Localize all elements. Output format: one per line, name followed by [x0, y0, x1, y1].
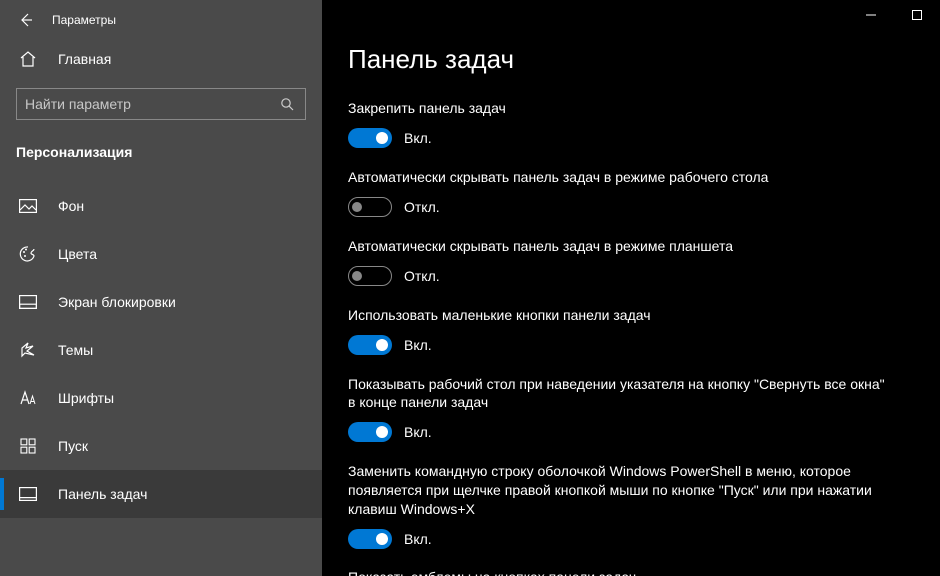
- sidebar-item-label: Шрифты: [58, 390, 114, 406]
- themes-icon: [19, 341, 37, 359]
- sidebar-item-label: Пуск: [58, 438, 88, 454]
- sidebar-item-colors[interactable]: Цвета: [0, 230, 322, 278]
- toggle-state: Вкл.: [404, 337, 432, 353]
- sidebar-item-taskbar[interactable]: Панель задач: [0, 470, 322, 518]
- setting-badges-label: Показать эмблемы на кнопках панели задач: [348, 569, 888, 576]
- maximize-button[interactable]: [894, 0, 940, 30]
- search-input[interactable]: [25, 96, 277, 112]
- section-label: Персонализация: [0, 120, 322, 168]
- window-title: Параметры: [52, 13, 116, 27]
- sidebar-item-label: Фон: [58, 198, 84, 214]
- picture-icon: [19, 199, 37, 213]
- nav-list: Фон Цвета Экран блокировки Темы Шрифты П…: [0, 182, 322, 518]
- taskbar-icon: [19, 487, 37, 501]
- sidebar-item-background[interactable]: Фон: [0, 182, 322, 230]
- setting-label: Показывать рабочий стол при наведении ук…: [348, 375, 888, 413]
- toggle-state: Откл.: [404, 268, 440, 284]
- titlebar: Параметры: [0, 0, 322, 40]
- sidebar-item-label: Цвета: [58, 246, 97, 262]
- search-icon: [277, 97, 297, 111]
- sidebar: Параметры Главная Персонализация Фон Цве…: [0, 0, 322, 576]
- setting-label: Использовать маленькие кнопки панели зад…: [348, 306, 888, 325]
- start-icon: [20, 438, 36, 454]
- fonts-icon: [19, 390, 37, 406]
- setting-lock-taskbar: Закрепить панель задач Вкл.: [348, 99, 914, 148]
- sidebar-item-label: Панель задач: [58, 486, 147, 502]
- setting-powershell: Заменить командную строку оболочкой Wind…: [348, 462, 914, 549]
- setting-label: Автоматически скрывать панель задач в ре…: [348, 168, 888, 187]
- toggle-powershell[interactable]: [348, 529, 392, 549]
- setting-small-buttons: Использовать маленькие кнопки панели зад…: [348, 306, 914, 355]
- sidebar-item-fonts[interactable]: Шрифты: [0, 374, 322, 422]
- maximize-icon: [912, 10, 922, 20]
- search-box[interactable]: [16, 88, 306, 120]
- toggle-autohide-desktop[interactable]: [348, 197, 392, 217]
- content-pane: Панель задач Закрепить панель задач Вкл.…: [322, 0, 940, 576]
- minimize-button[interactable]: [848, 0, 894, 30]
- toggle-state: Откл.: [404, 199, 440, 215]
- back-button[interactable]: [12, 6, 40, 34]
- sidebar-item-start[interactable]: Пуск: [0, 422, 322, 470]
- setting-label: Закрепить панель задач: [348, 99, 888, 118]
- sidebar-item-label: Экран блокировки: [58, 294, 176, 310]
- setting-label: Автоматически скрывать панель задач в ре…: [348, 237, 888, 256]
- toggle-autohide-tablet[interactable]: [348, 266, 392, 286]
- setting-peek-desktop: Показывать рабочий стол при наведении ук…: [348, 375, 914, 443]
- setting-label: Заменить командную строку оболочкой Wind…: [348, 462, 888, 519]
- toggle-state: Вкл.: [404, 424, 432, 440]
- home-icon: [19, 50, 37, 68]
- toggle-lock-taskbar[interactable]: [348, 128, 392, 148]
- arrow-left-icon: [18, 12, 34, 28]
- sidebar-item-themes[interactable]: Темы: [0, 326, 322, 374]
- sidebar-item-label: Темы: [58, 342, 93, 358]
- window-controls: [848, 0, 940, 30]
- setting-autohide-tablet: Автоматически скрывать панель задач в ре…: [348, 237, 914, 286]
- toggle-state: Вкл.: [404, 130, 432, 146]
- minimize-icon: [866, 10, 876, 20]
- lockscreen-icon: [19, 295, 37, 309]
- home-nav[interactable]: Главная: [0, 40, 322, 78]
- toggle-small-buttons[interactable]: [348, 335, 392, 355]
- home-label: Главная: [58, 51, 111, 67]
- toggle-peek-desktop[interactable]: [348, 422, 392, 442]
- setting-autohide-desktop: Автоматически скрывать панель задач в ре…: [348, 168, 914, 217]
- page-title: Панель задач: [348, 44, 914, 75]
- palette-icon: [19, 245, 37, 263]
- sidebar-item-lockscreen[interactable]: Экран блокировки: [0, 278, 322, 326]
- toggle-state: Вкл.: [404, 531, 432, 547]
